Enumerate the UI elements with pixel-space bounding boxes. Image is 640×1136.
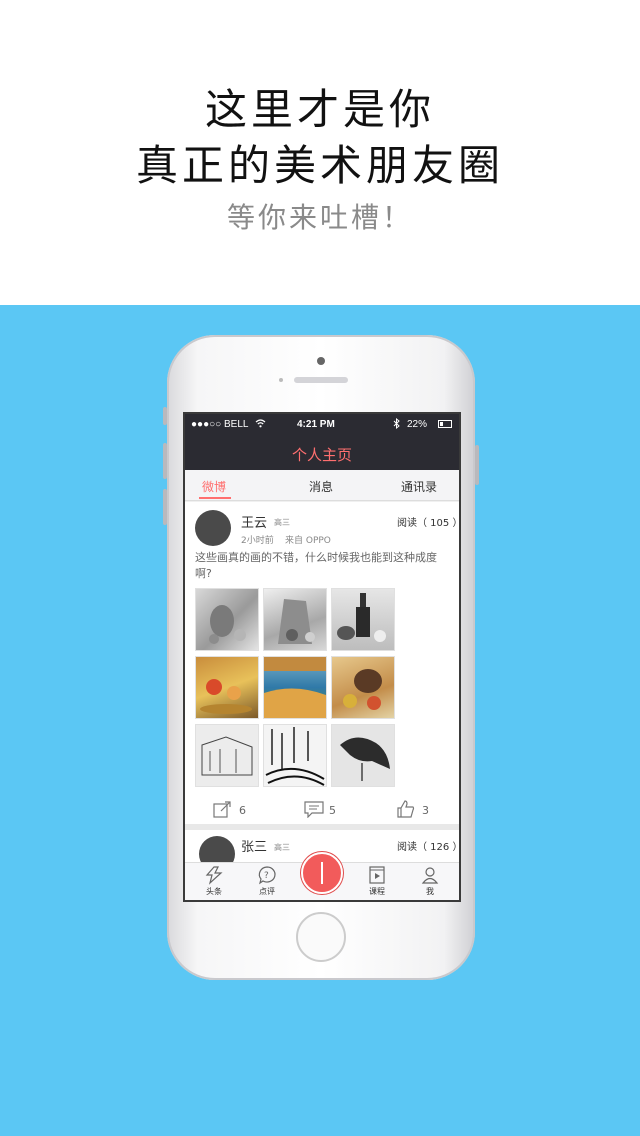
feed-post[interactable]: 王云 高三 阅读（ 105 ） 2小时前 来自 OPPO 这些画真的画的不错，什…	[185, 502, 459, 824]
post-image[interactable]	[331, 656, 395, 719]
share-icon	[213, 801, 231, 818]
post-actions: 6 5 3	[185, 798, 459, 820]
volume-up-button	[163, 443, 167, 479]
phone-screen: ●●●○○ BELL 4:21 PM 22% 个人主页 微博 消息 通讯录 王云…	[183, 412, 461, 902]
tab-weibo[interactable]: 微博	[202, 478, 226, 495]
clock: 4:21 PM	[297, 419, 335, 430]
tab-messages[interactable]: 消息	[309, 478, 333, 495]
tabbar-label: 我	[426, 887, 434, 896]
wifi-icon	[255, 419, 266, 428]
bluetooth-icon	[393, 418, 400, 429]
publish-icon	[321, 862, 323, 884]
avatar[interactable]	[195, 510, 231, 546]
tabbar-item-headline[interactable]: 头条	[194, 865, 234, 897]
svg-text:?: ?	[264, 871, 269, 881]
post-author-grade: 高三	[274, 843, 290, 852]
read-count: 阅读（ 126 ）	[397, 842, 461, 853]
promo-header: 这里才是你 真正的美术朋友圈 等你来吐槽！	[0, 0, 640, 305]
share-count: 6	[239, 804, 246, 817]
post-image[interactable]	[195, 588, 259, 651]
post-source: 来自 OPPO	[285, 536, 331, 546]
question-bubble-icon: ?	[258, 866, 276, 885]
promo-subline: 等你来吐槽！	[226, 201, 413, 234]
mute-switch	[163, 407, 167, 425]
tabbar-label: 点评	[259, 887, 275, 896]
post-time: 2小时前	[241, 536, 274, 546]
power-button	[475, 445, 479, 485]
page-title: 个人主页	[291, 446, 352, 464]
comment-count: 5	[329, 804, 336, 817]
status-bar: ●●●○○ BELL 4:21 PM 22%	[185, 414, 459, 436]
segment-tabs: 微博 消息 通讯录	[185, 470, 459, 501]
post-author[interactable]: 张三	[241, 836, 267, 855]
volume-down-button	[163, 489, 167, 525]
post-text: 这些画真的画的不错，什么时候我也能到这种成度啊?	[195, 551, 437, 580]
post-image[interactable]	[331, 724, 395, 787]
post-image[interactable]	[263, 656, 327, 719]
comment-button[interactable]: 5	[303, 800, 336, 821]
post-author[interactable]: 王云	[241, 512, 267, 531]
person-icon	[421, 867, 439, 884]
battery-percent: 22%	[407, 419, 428, 430]
home-button[interactable]	[296, 912, 346, 962]
proximity-sensor	[279, 378, 283, 382]
share-button[interactable]: 6	[213, 800, 246, 821]
promo-headline-2: 真正的美术朋友圈	[135, 141, 504, 190]
tabbar-label: 头条	[206, 887, 222, 896]
tabbar-item-review[interactable]: ? 点评	[247, 865, 287, 897]
post-image[interactable]	[263, 724, 327, 787]
promo-headline-1: 这里才是你	[204, 85, 435, 134]
headline-icon	[205, 866, 223, 885]
earpiece-speaker	[294, 377, 348, 383]
tabbar-label: 课程	[369, 887, 385, 896]
battery-icon	[438, 420, 452, 428]
nav-bar: 个人主页	[185, 436, 459, 470]
center-publish-button[interactable]	[301, 852, 343, 894]
post-image[interactable]	[195, 724, 259, 787]
tabbar-item-me[interactable]: 我	[410, 865, 450, 897]
post-image[interactable]	[331, 588, 395, 651]
tabbar-item-course[interactable]: 课程	[357, 865, 397, 897]
like-count: 3	[422, 804, 429, 817]
carrier-label: ●●●○○ BELL	[191, 419, 249, 430]
like-button[interactable]: 3	[396, 800, 429, 821]
video-course-icon	[369, 866, 385, 884]
active-tab-indicator	[199, 497, 231, 499]
read-count: 阅读（ 105 ）	[397, 518, 461, 529]
post-image[interactable]	[195, 656, 259, 719]
post-author-grade: 高三	[274, 518, 290, 527]
post-image[interactable]	[263, 588, 327, 651]
thumbs-up-icon	[397, 800, 415, 818]
comment-icon	[304, 801, 324, 819]
tab-contacts[interactable]: 通讯录	[401, 478, 437, 495]
front-camera	[317, 357, 325, 365]
